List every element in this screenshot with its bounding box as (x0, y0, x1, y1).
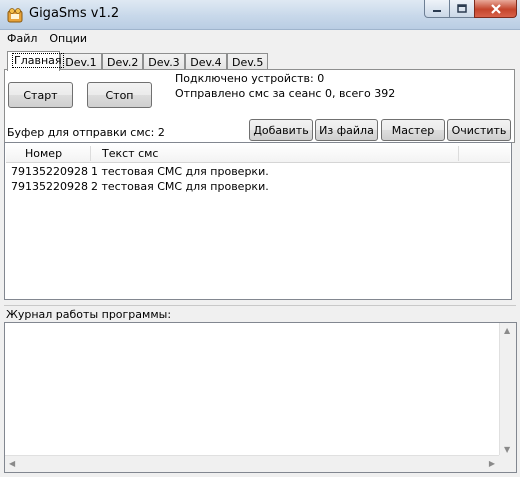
row-text: 1 тестовая СМС для проверки. (91, 165, 269, 178)
tab-dev1[interactable]: Dev.1 (60, 53, 102, 70)
column-number[interactable]: Номер (25, 147, 62, 160)
minimize-icon (433, 9, 441, 12)
wizard-button[interactable]: Мастер (381, 119, 445, 141)
start-button[interactable]: Старт (8, 82, 73, 108)
scroll-up-icon[interactable]: ▲ (504, 326, 510, 335)
horizontal-scrollbar[interactable]: ◀ ▶ (5, 455, 499, 472)
tab-dev2[interactable]: Dev.2 (102, 53, 143, 70)
scroll-down-icon[interactable]: ▼ (504, 445, 510, 454)
row-number: 79135220928 (11, 180, 88, 193)
stop-button[interactable]: Стоп (87, 82, 152, 108)
splitter[interactable] (4, 305, 516, 306)
scroll-right-icon[interactable]: ▶ (489, 459, 495, 468)
log-label: Журнал работы программы: (6, 308, 172, 321)
column-text[interactable]: Текст смс (102, 147, 158, 160)
sent-stats-text: Отправлено смс за сеанс 0, всего 392 (175, 87, 396, 100)
app-icon (7, 8, 23, 23)
menu-file[interactable]: Файл (0, 30, 42, 47)
minimize-button[interactable] (424, 0, 450, 18)
close-button[interactable] (474, 0, 517, 18)
row-number: 79135220928 (11, 165, 88, 178)
tab-main[interactable]: Главная (7, 51, 64, 71)
maximize-button[interactable] (449, 0, 475, 18)
window-title: GigaSms v1.2 (29, 6, 120, 21)
column-separator[interactable] (90, 146, 91, 161)
buffer-count-label: Буфер для отправки смс: 2 (7, 126, 165, 139)
connected-devices-text: Подключено устройств: 0 (175, 72, 325, 85)
tab-dev4[interactable]: Dev.4 (185, 53, 227, 70)
clear-button[interactable]: Очистить (447, 119, 511, 141)
add-button[interactable]: Добавить (249, 119, 313, 141)
close-icon (490, 3, 501, 14)
scrollbar-corner (499, 455, 516, 472)
column-separator[interactable] (458, 146, 459, 161)
tab-dev3[interactable]: Dev.3 (143, 53, 185, 70)
tab-main-label: Главная (12, 53, 64, 68)
row-text: 2 тестовая СМС для проверки. (91, 180, 269, 193)
sms-buffer-list[interactable]: Номер Текст смс 79135220928 1 тестовая С… (4, 142, 512, 300)
menu-options[interactable]: Опции (42, 30, 92, 47)
title-bar[interactable]: GigaSms v1.2 (0, 0, 520, 30)
log-textarea[interactable]: ▲ ▼ ◀ ▶ (4, 322, 517, 473)
menu-bar: Файл Опции (0, 30, 520, 47)
list-header: Номер Текст смс (6, 144, 510, 163)
vertical-scrollbar[interactable]: ▲ ▼ (499, 323, 516, 456)
tab-dev5[interactable]: Dev.5 (227, 53, 268, 70)
scroll-left-icon[interactable]: ◀ (9, 459, 15, 468)
maximize-icon (457, 4, 467, 13)
from-file-button[interactable]: Из файла (315, 119, 378, 141)
